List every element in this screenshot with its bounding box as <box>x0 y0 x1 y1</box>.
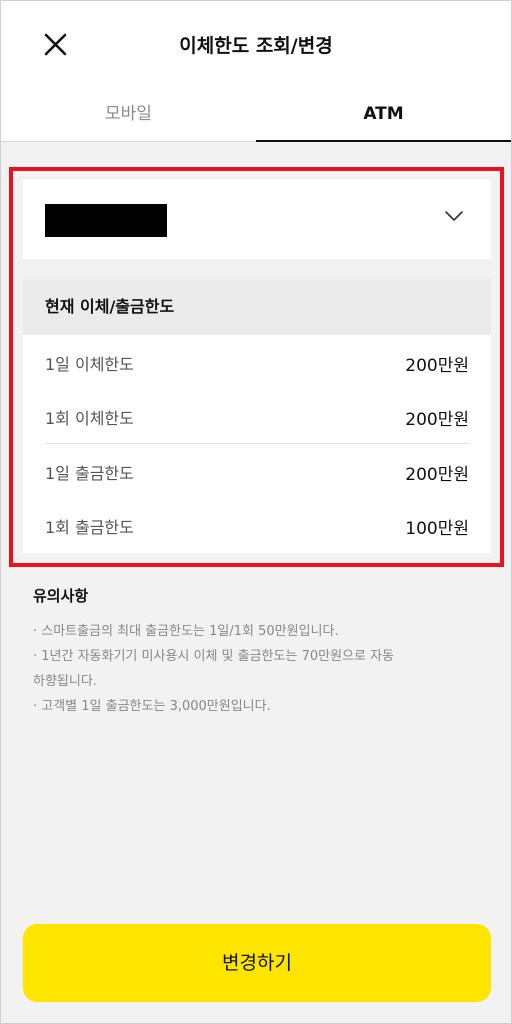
notice-section: 유의사항 · 스마트출금의 최대 출금한도는 1일/1회 50만원입니다. · … <box>33 585 473 719</box>
limits-card: 현재 이체/출금한도 1일 이체한도 200만원 1회 이체한도 200만원 1… <box>23 279 491 553</box>
limit-value: 200만원 <box>405 410 469 430</box>
account-selector[interactable] <box>23 179 491 259</box>
limit-label: 1회 이체한도 <box>45 409 134 428</box>
limit-row: 1일 이체한도 200만원 <box>45 335 469 389</box>
limit-row: 1회 출금한도 100만원 <box>45 498 469 552</box>
notice-item: · 1년간 자동화기기 미사용시 이체 및 출금한도는 70만원으로 자동 <box>33 649 395 664</box>
tab-mobile[interactable]: 모바일 <box>1 89 256 141</box>
chevron-down-icon <box>445 211 463 221</box>
page-title: 이체한도 조회/변경 <box>179 35 333 57</box>
limit-label: 1일 출금한도 <box>45 464 134 483</box>
change-button[interactable]: 변경하기 <box>23 924 491 1002</box>
limit-value: 100만원 <box>405 519 469 539</box>
notice-item: · 고객별 1일 출금한도는 3,000만원입니다. <box>33 699 271 714</box>
limit-row: 1일 출금한도 200만원 <box>45 444 469 498</box>
app-screen: 이체한도 조회/변경 모바일 ATM 현재 이체/출금한도 1일 이체한도 20… <box>0 0 512 1024</box>
limit-row: 1회 이체한도 200만원 <box>45 389 469 443</box>
limit-value: 200만원 <box>405 356 469 376</box>
header: 이체한도 조회/변경 <box>1 1 511 89</box>
notice-item: · 스마트출금의 최대 출금한도는 1일/1회 50만원입니다. <box>33 624 339 639</box>
notice-item: 하향됩니다. <box>33 674 97 689</box>
tab-bar: 모바일 ATM <box>1 89 511 142</box>
tab-atm[interactable]: ATM <box>256 89 511 142</box>
redacted-account-number <box>45 204 167 237</box>
limit-value: 200만원 <box>405 465 469 485</box>
limit-label: 1회 출금한도 <box>45 518 134 537</box>
notice-title: 유의사항 <box>33 587 89 605</box>
limit-label: 1일 이체한도 <box>45 355 134 374</box>
limits-title: 현재 이체/출금한도 <box>23 279 491 335</box>
